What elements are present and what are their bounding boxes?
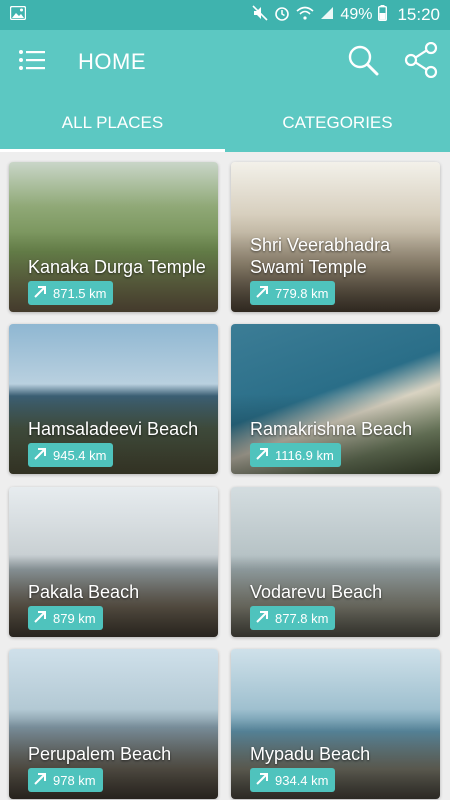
distance-badge: 871.5 km [28,281,114,305]
distance-badge: 879 km [28,606,103,630]
distance-label: 871.5 km [53,285,107,301]
search-icon [347,44,379,81]
place-name: Mypadu Beach [250,744,371,764]
battery-level: 49% [340,6,373,23]
place-name: Perupalem Beach [28,744,172,764]
app-actions [334,30,450,94]
place-card[interactable]: Hamsaladeevi Beach 945.4 km [9,324,218,474]
distance-badge: 978 km [28,768,103,792]
arrow-up-right-icon [33,772,47,789]
distance-label: 879 km [53,610,96,626]
distance-label: 978 km [53,772,96,788]
arrow-up-right-icon [255,285,269,302]
arrow-up-right-icon [33,285,47,302]
status-right: 49% 15:20 [252,4,440,26]
place-name: Shri Veerabhadra Swami Temple [250,235,391,277]
place-card[interactable]: Kanaka Durga Temple 871.5 km [9,162,218,312]
page-title: HOME [78,49,146,74]
place-name: Vodarevu Beach [250,582,383,602]
menu-icon [18,49,46,76]
status-bar: 49% 15:20 [0,0,450,30]
distance-badge: 779.8 km [250,281,336,305]
distance-label: 945.4 km [53,447,107,463]
gallery-notification-icon [9,5,27,25]
signal-icon [320,6,334,25]
place-card[interactable]: Ramakrishna Beach 1116.9 km [231,324,440,474]
tab-bar: ALL PLACES CATEGORIES [0,94,450,152]
place-name: Hamsaladeevi Beach [28,419,199,439]
distance-label: 877.8 km [275,610,329,626]
place-name: Kanaka Durga Temple [28,257,206,277]
menu-button[interactable] [0,30,64,94]
place-card[interactable]: Mypadu Beach 934.4 km [231,649,440,799]
search-button[interactable] [334,30,392,94]
distance-badge: 934.4 km [250,768,336,792]
distance-label: 934.4 km [275,772,329,788]
alarm-icon [274,5,290,26]
share-button[interactable] [392,30,450,94]
place-name: Ramakrishna Beach [250,419,413,439]
arrow-up-right-icon [33,447,47,464]
tab-all-places[interactable]: ALL PLACES [0,94,225,152]
arrow-up-right-icon [255,447,269,464]
tab-categories[interactable]: CATEGORIES [225,94,450,152]
place-card[interactable]: Shri Veerabhadra Swami Temple 779.8 km [231,162,440,312]
places-grid: Kanaka Durga Temple 871.5 km Shri Veerab… [0,152,450,800]
place-name: Pakala Beach [28,582,140,602]
app-bar: HOME [0,30,450,94]
wifi-icon [296,6,314,25]
arrow-up-right-icon [255,610,269,627]
distance-badge: 945.4 km [28,443,114,467]
battery-icon [378,4,388,26]
share-icon [404,41,438,83]
arrow-up-right-icon [255,772,269,789]
status-left [9,5,27,25]
distance-badge: 1116.9 km [250,443,341,467]
arrow-up-right-icon [33,610,47,627]
distance-label: 1116.9 km [275,447,334,463]
distance-label: 779.8 km [275,285,329,301]
mute-icon [252,4,268,26]
place-card[interactable]: Perupalem Beach 978 km [9,649,218,799]
clock: 15:20 [397,5,440,24]
place-card[interactable]: Pakala Beach 879 km [9,487,218,637]
distance-badge: 877.8 km [250,606,336,630]
place-card[interactable]: Vodarevu Beach 877.8 km [231,487,440,637]
